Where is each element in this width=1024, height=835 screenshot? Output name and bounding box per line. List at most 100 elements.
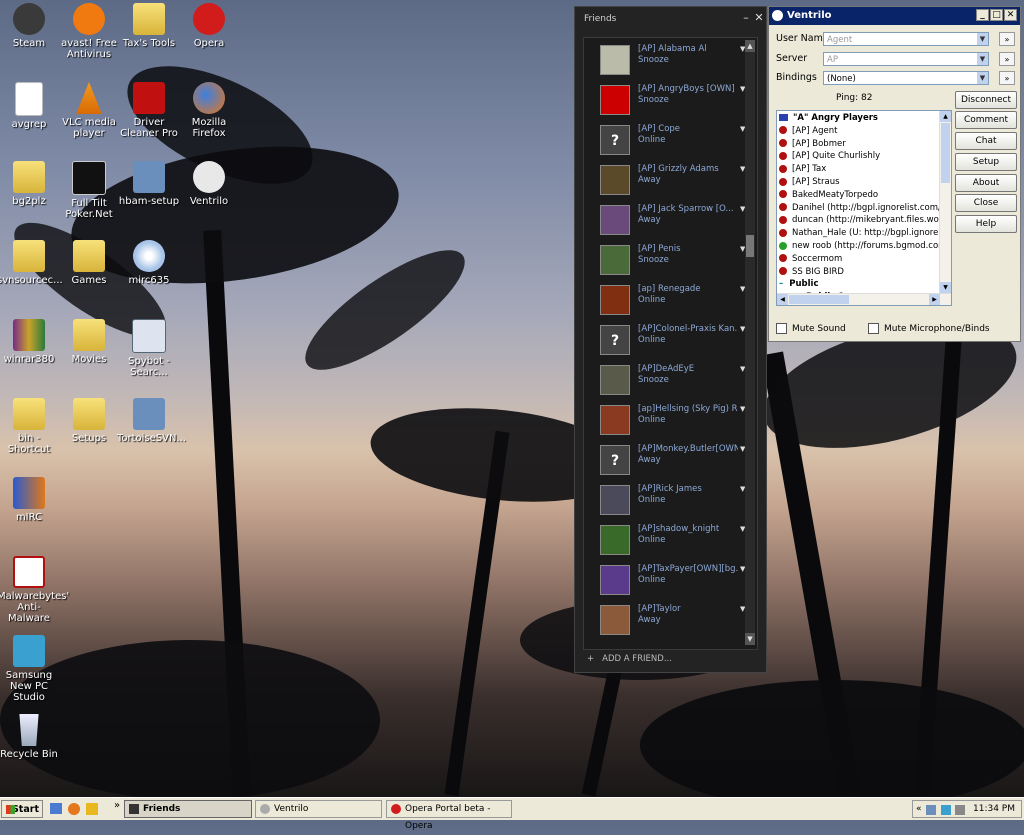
maximize-button[interactable]: □ — [990, 9, 1003, 21]
friend-row[interactable]: [AP]Rick James Online ▼ — [600, 482, 748, 520]
server-arrow-button[interactable]: » — [999, 52, 1015, 66]
help-button[interactable]: Help — [955, 215, 1017, 233]
tray-network-icon[interactable] — [926, 805, 936, 815]
tree-user[interactable]: Danihel (http://bgpl.ignorelist.com/for — [779, 202, 951, 215]
desktop-icon-tortoisesvn[interactable]: TortoiseSVN... — [117, 398, 186, 444]
tree-user[interactable]: duncan (http://mikebryant.files.wordp — [779, 214, 951, 227]
desktop-icon-opera[interactable]: Opera — [177, 3, 241, 49]
friend-row[interactable]: [ap]Hellsing (Sky Pig) R Online ▼ — [600, 402, 748, 440]
server-combo[interactable]: AP ▼ — [823, 52, 989, 66]
dropdown-arrow-icon[interactable]: ▼ — [977, 33, 988, 45]
tree-user[interactable]: [AP] Quite Churlishly — [779, 150, 880, 163]
tree-horizontal-scrollbar[interactable]: ◀ ▶ — [777, 293, 951, 305]
about-button[interactable]: About — [955, 174, 1017, 192]
desktop-icon-mirc635[interactable]: mirc635 — [117, 240, 181, 286]
tree-user[interactable]: new roob (http://forums.bgmod.com/... — [779, 240, 951, 253]
minimize-button[interactable]: _ — [976, 9, 989, 21]
desktop-icon-svnsource[interactable]: svnsourcec... — [0, 240, 63, 286]
friend-row[interactable]: [AP]TaxPayer[OWN][bg... Online ▼ — [600, 562, 748, 600]
tray-app-icon[interactable] — [941, 805, 951, 815]
disconnect-button[interactable]: Disconnect — [955, 91, 1017, 109]
desktop-icon-winrar[interactable]: winrar380 — [0, 319, 61, 365]
desktop-icon-avast[interactable]: avast! Free Antivirus — [57, 3, 121, 60]
tree-user[interactable]: SS BIG BIRD — [779, 266, 844, 279]
friend-row[interactable]: [AP]Taylor Away ▼ — [600, 602, 748, 640]
tree-user[interactable]: [AP] Agent — [779, 125, 837, 138]
desktop-icon-full-tilt[interactable]: Full Tilt Poker.Net — [57, 161, 121, 220]
scroll-right-arrow-icon[interactable]: ▶ — [929, 294, 940, 305]
scroll-thumb[interactable] — [746, 235, 754, 257]
scroll-thumb[interactable] — [789, 295, 849, 304]
desktop-icon-hbam-setup[interactable]: hbam-setup — [117, 161, 181, 207]
desktop-icon-ventrilo[interactable]: Ventrilo — [177, 161, 241, 207]
chat-button[interactable]: Chat — [955, 132, 1017, 150]
desktop-icon-steam[interactable]: Steam — [0, 3, 61, 49]
scroll-down-arrow-icon[interactable]: ▼ — [745, 633, 755, 645]
firefox-quicklaunch-icon[interactable] — [68, 803, 80, 815]
scroll-down-arrow-icon[interactable]: ▼ — [940, 282, 951, 293]
quicklaunch-chevron-icon[interactable]: » — [114, 800, 120, 811]
friend-row[interactable]: [AP] Jack Sparrow [O... Away ▼ — [600, 202, 748, 240]
start-button[interactable]: Start — [1, 800, 43, 818]
minimize-button[interactable]: – — [741, 12, 751, 23]
tray-expand-icon[interactable]: « — [916, 801, 922, 818]
scroll-thumb[interactable] — [941, 123, 950, 183]
user-name-combo[interactable]: Agent ▼ — [823, 32, 989, 46]
desktop-icon-movies[interactable]: Movies — [57, 319, 121, 365]
setup-button[interactable]: Setup — [955, 153, 1017, 171]
bindings-combo[interactable]: (None) ▼ — [823, 71, 989, 85]
bindings-arrow-button[interactable]: » — [999, 71, 1015, 85]
friends-list[interactable]: [AP] Alabama Al Snooze ▼ [AP] AngryBoys [OW… — [583, 37, 758, 650]
add-friend-button[interactable]: + ADD A FRIEND... — [587, 654, 672, 664]
user-name-arrow-button[interactable]: » — [999, 32, 1015, 46]
close-button[interactable]: ✕ — [754, 12, 764, 23]
desktop-icon-driver-cleaner[interactable]: Driver Cleaner Pro — [117, 82, 181, 139]
task-ventrilo[interactable]: Ventrilo — [255, 800, 382, 818]
desktop-icon-firefox[interactable]: Mozilla Firefox — [177, 82, 241, 139]
tree-user[interactable]: [AP] Straus — [779, 176, 840, 189]
friend-row[interactable]: [ap] Renegade Online ▼ — [600, 282, 748, 320]
friend-row[interactable]: [AP] AngryBoys [OWN] Snooze ▼ — [600, 82, 748, 120]
desktop-icon-taxs-tools[interactable]: Tax's Tools — [117, 3, 181, 49]
show-desktop-icon[interactable] — [50, 803, 62, 814]
dropdown-arrow-icon[interactable]: ▼ — [977, 53, 988, 65]
scroll-up-arrow-icon[interactable]: ▲ — [940, 111, 951, 122]
tree-vertical-scrollbar[interactable]: ▲ ▼ — [939, 111, 951, 293]
desktop-icon-malwarebytes[interactable]: Malwarebytes' Anti-Malware — [0, 556, 69, 624]
tray-volume-icon[interactable] — [955, 805, 965, 815]
tree-user[interactable]: BakedMeatyTorpedo — [779, 189, 878, 202]
desktop-icon-games[interactable]: Games — [57, 240, 121, 286]
media-quicklaunch-icon[interactable] — [86, 803, 98, 815]
desktop-icon-spybot[interactable]: Spybot - Searc... — [117, 319, 181, 378]
tree-channel[interactable]: "A" Angry Players — [779, 112, 878, 125]
desktop-icon-bin-shortcut[interactable]: bin - Shortcut — [0, 398, 61, 455]
friend-row[interactable]: ? [AP]Colonel-Praxis Kan... Online ▼ — [600, 322, 748, 360]
dropdown-arrow-icon[interactable]: ▼ — [977, 72, 988, 84]
desktop-icon-avgrep[interactable]: avgrep — [0, 82, 61, 130]
desktop-icon-bg2plz[interactable]: bg2plz — [0, 161, 61, 207]
tree-user[interactable]: [AP] Bobmer — [779, 138, 846, 151]
friend-row[interactable]: [AP] Grizzly Adams Away ▼ — [600, 162, 748, 200]
scroll-left-arrow-icon[interactable]: ◀ — [777, 294, 788, 305]
desktop-icon-samsung-pc-studio[interactable]: Samsung New PC Studio — [0, 635, 61, 703]
friend-row[interactable]: [AP] Alabama Al Snooze ▼ — [600, 42, 748, 80]
tree-user[interactable]: [AP] Tax — [779, 163, 826, 176]
desktop-icon-setups[interactable]: Setups — [57, 398, 121, 444]
friend-row[interactable]: ? [AP]Monkey.Butler[OWN] Away ▼ — [600, 442, 748, 480]
comment-button[interactable]: Comment — [955, 111, 1017, 129]
friend-row[interactable]: [AP]shadow_knight Online ▼ — [600, 522, 748, 560]
tree-channel[interactable]: – Public — [779, 278, 818, 291]
friend-row[interactable]: [AP] Penis Snooze ▼ — [600, 242, 748, 280]
tree-user[interactable]: Nathan_Hale (U: http://bgpl.ignorelist — [779, 227, 951, 240]
close-button[interactable]: Close — [955, 194, 1017, 212]
mute-sound-checkbox[interactable]: Mute Sound — [776, 323, 846, 334]
friends-scrollbar[interactable]: ▲ ▼ — [745, 40, 755, 645]
task-opera[interactable]: Opera Portal beta - Opera — [386, 800, 512, 831]
desktop-icon-recycle-bin[interactable]: Recycle Bin — [0, 714, 61, 760]
friend-row[interactable]: [AP]DeAdEyE Snooze ▼ — [600, 362, 748, 400]
scroll-up-arrow-icon[interactable]: ▲ — [745, 40, 755, 52]
channel-tree[interactable]: "A" Angry Players [AP] Agent [AP] Bobmer [A… — [776, 110, 952, 306]
friend-row[interactable]: ? [AP] Cope Online ▼ — [600, 122, 748, 160]
mute-mic-checkbox[interactable]: Mute Microphone/Binds — [868, 323, 990, 334]
task-friends[interactable]: Friends — [124, 800, 252, 818]
